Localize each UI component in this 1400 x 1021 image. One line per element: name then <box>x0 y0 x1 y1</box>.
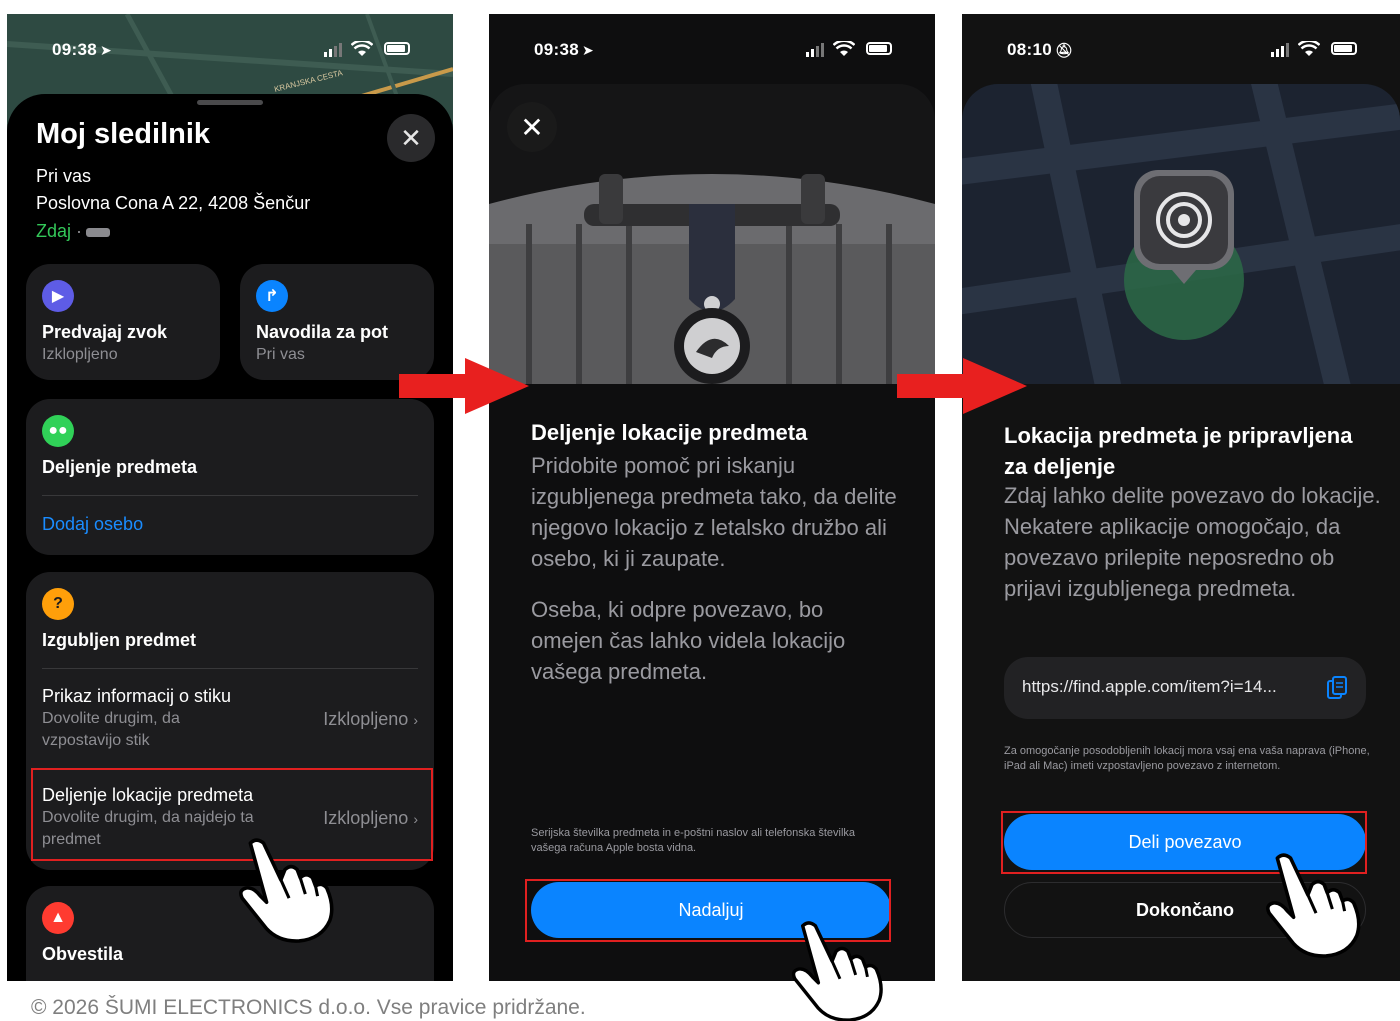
radar-map-illustration <box>962 84 1400 384</box>
hand-pointer-icon <box>1266 853 1361 958</box>
notifications-card[interactable]: ▲ Obvestila <box>26 886 434 981</box>
hand-pointer-icon <box>791 921 883 1021</box>
copyright-footer: © 2026 ŠUMI ELECTRONICS d.o.o. Vse pravi… <box>31 996 586 1019</box>
play-sound-card[interactable]: ▶ Predvajaj zvok Izklopljeno <box>26 264 220 380</box>
share-url-text: https://find.apple.com/item?i=14... <box>1022 677 1277 696</box>
wifi-icon <box>351 41 373 56</box>
directions-status: Pri vas <box>256 346 305 363</box>
copy-icon[interactable] <box>1326 675 1348 701</box>
page-title: Moj sledilnik <box>36 118 211 150</box>
close-button[interactable]: ✕ <box>507 102 557 152</box>
sheet-title: Lokacija predmeta je pripravljena za del… <box>1004 423 1353 479</box>
contact-info-value: Izklopljeno › <box>323 709 418 729</box>
location-heading: Pri vas <box>36 166 92 186</box>
cellular-icon <box>1271 43 1289 57</box>
phone-screen-share-location: 09:38 ➤ ✕ Deljenje lokacije predmeta Prid… <box>489 14 935 981</box>
location-arrow-icon: ➤ <box>99 42 113 58</box>
directions-title: Navodila za pot <box>256 322 389 342</box>
address-text: Poslovna Cona A 22, 4208 Šenčur <box>36 193 311 213</box>
last-seen: Zdaj · <box>36 221 111 242</box>
play-sound-status: Izklopljeno <box>42 346 118 363</box>
battery-icon <box>1331 42 1357 55</box>
sheet-grabber[interactable] <box>197 100 263 105</box>
close-icon: ✕ <box>520 111 544 143</box>
chevron-right-icon: › <box>413 712 418 728</box>
divider <box>42 668 418 669</box>
wifi-icon <box>833 41 855 56</box>
status-bar: 09:38 ➤ <box>489 38 935 62</box>
step-arrow-2 <box>897 358 1027 414</box>
add-person-link[interactable]: Dodaj osebo <box>42 514 143 535</box>
question-icon: ? <box>42 588 74 620</box>
hand-pointer-icon <box>239 838 334 943</box>
close-icon: ✕ <box>400 122 422 153</box>
bell-icon: ▲ <box>42 902 74 934</box>
play-sound-title: Predvajaj zvok <box>42 322 168 342</box>
description-paragraph-2: Oseba, ki odpre povezavo, bo omejen čas … <box>531 597 846 684</box>
location-arrow-icon: ➤ <box>581 42 595 58</box>
contact-info-label: Prikaz informacij o stiku <box>42 686 232 706</box>
directions-icon: ↱ <box>256 280 288 312</box>
notifications-title: Obvestila <box>42 944 124 964</box>
description-paragraph: Zdaj lahko delite povezavo do lokacije. … <box>1004 483 1381 601</box>
people-icon: ●● <box>42 415 74 447</box>
contact-info-desc: Dovolite drugim, da vzpostavijo stik <box>42 710 180 749</box>
wifi-icon <box>1298 41 1320 56</box>
battery-icon <box>866 42 892 55</box>
step-arrow-1 <box>399 358 529 414</box>
divider <box>42 495 418 496</box>
status-time: 08:10 🔕︎ <box>1007 40 1074 59</box>
lost-item-title: Izgubljen predmet <box>42 630 197 650</box>
share-item-title: Deljenje predmeta <box>42 457 198 477</box>
privacy-note: Serijska številka predmeta in e-poštni n… <box>531 827 856 854</box>
silent-bell-icon: 🔕︎ <box>1054 42 1074 58</box>
connectivity-note: Za omogočanje posodobljenih lokacij mora… <box>1004 745 1370 772</box>
close-button[interactable]: ✕ <box>387 114 435 162</box>
share-item-card: ●● Deljenje predmeta Dodaj osebo <box>26 399 434 555</box>
share-url-field[interactable]: https://find.apple.com/item?i=14... <box>1004 657 1366 719</box>
highlight-share-location <box>31 768 433 861</box>
play-icon: ▶ <box>42 280 74 312</box>
status-time: 09:38 ➤ <box>534 40 595 59</box>
battery-level-icon <box>86 227 111 237</box>
cellular-icon <box>806 43 824 57</box>
sheet-title: Deljenje lokacije predmeta <box>531 420 808 445</box>
status-time: 09:38 ➤ <box>52 40 113 59</box>
status-bar: 08:10 🔕︎ <box>962 38 1400 62</box>
status-bar: 09:38 ➤ <box>7 38 453 62</box>
battery-icon <box>384 42 410 55</box>
cellular-icon <box>324 43 342 57</box>
description-paragraph-1: Pridobite pomoč pri iskanju izgubljenega… <box>531 453 897 571</box>
